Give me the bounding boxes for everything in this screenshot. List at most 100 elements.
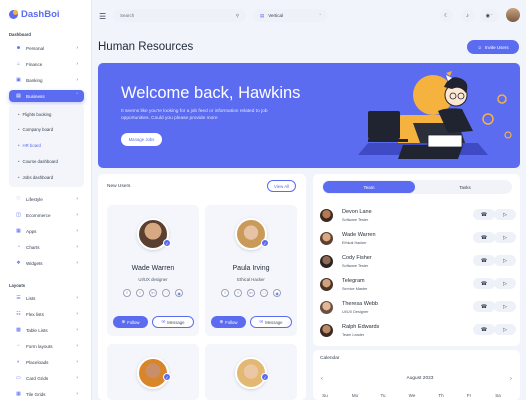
submenu-flights-booking[interactable]: Flights booking — [18, 112, 52, 117]
globe-icon[interactable]: ◉ — [175, 289, 183, 297]
phone-icon[interactable]: ☎ — [473, 255, 495, 266]
video-icon[interactable]: ▷ — [494, 232, 516, 243]
video-icon[interactable]: ▷ — [494, 255, 516, 266]
sidebar-item-widgets[interactable]: ❖ Widgets › — [9, 257, 84, 269]
invite-users-button[interactable]: ☺ Invite Users — [467, 40, 519, 54]
member-role: UI/UX Designer — [342, 310, 369, 314]
chevron-left-icon[interactable]: ‹ — [321, 376, 323, 382]
user-plus-icon: ☺ — [477, 44, 482, 50]
follow-button[interactable]: ⊕ Follow — [211, 316, 246, 328]
list-item: Theresa Webb UI/UX Designer ☎ ▷ — [320, 298, 516, 320]
manage-jobs-button[interactable]: Manage Jobs — [121, 133, 162, 146]
avatar[interactable] — [320, 232, 333, 245]
tab-team[interactable]: Team — [323, 181, 415, 193]
flex-icon: ☷ — [16, 311, 21, 317]
avatar[interactable] — [320, 255, 333, 268]
sidebar-item-label: Card Grids — [26, 375, 49, 381]
layout-select[interactable]: ▤ Vertical ˇ — [254, 9, 327, 22]
table-icon: ▩ — [16, 327, 21, 333]
chevron-down-icon: ˇ — [319, 13, 322, 18]
linkedin-icon[interactable]: in — [247, 289, 255, 297]
notification-bell-icon[interactable]: ♪ — [461, 9, 474, 22]
sidebar-item-flex-lists[interactable]: ☷ Flex lists › — [9, 308, 84, 320]
sidebar-item-apps[interactable]: ▦ Apps › — [9, 225, 84, 237]
user-card: ✓ Paula Irving Ethical Hacker f t in □ ◉… — [205, 205, 297, 336]
video-icon[interactable]: ▷ — [494, 324, 516, 335]
verified-icon: ✓ — [261, 239, 269, 247]
sidebar-item-tile-grids[interactable]: ▦ Tile Grids › — [9, 388, 84, 400]
sidebar-item-placeloads[interactable]: ◐ Placeloads › — [9, 356, 84, 368]
sidebar-item-ecommerce[interactable]: ◫ Ecommerce › — [9, 209, 84, 221]
list-item: Cody Fisher Software Tester ☎ ▷ — [320, 252, 516, 274]
phone-icon[interactable]: ☎ — [473, 278, 495, 289]
avatar[interactable] — [320, 301, 333, 314]
message-button[interactable]: ✉ Message — [152, 316, 194, 328]
phone-icon[interactable]: ☎ — [473, 209, 495, 220]
dark-mode-icon[interactable]: ☾ — [440, 9, 453, 22]
sidebar-item-charts[interactable]: ◔ Charts › — [9, 241, 84, 253]
sidebar-item-lists[interactable]: ☰ Lists › — [9, 292, 84, 304]
app-logo[interactable]: DashBoi — [9, 9, 60, 20]
member-role: Team Leader — [342, 333, 365, 337]
chevron-right-icon[interactable]: › — [510, 376, 512, 382]
twitter-icon[interactable]: t — [136, 289, 144, 297]
submenu-hr-board[interactable]: HR board — [18, 143, 41, 148]
avatar[interactable] — [506, 8, 520, 22]
sidebar-item-finance[interactable]: ⌂ Finance › — [9, 58, 84, 70]
logo-icon — [9, 10, 18, 19]
sidebar-item-lifestyle[interactable]: ♡ Lifestyle › — [9, 193, 84, 205]
avatar[interactable] — [320, 278, 333, 291]
avatar[interactable] — [320, 209, 333, 222]
grid-icon: ▦ — [16, 228, 21, 234]
chevron-up-icon: ˆ — [76, 93, 78, 99]
language-select[interactable]: ◉ ˇ — [480, 9, 498, 22]
message-button[interactable]: ✉ Message — [250, 316, 292, 328]
tab-tasks[interactable]: Tasks — [419, 181, 511, 193]
sidebar-item-form-layouts[interactable]: ▫ Form layouts › — [9, 340, 84, 352]
submenu-company-board[interactable]: Company board — [18, 127, 54, 132]
view-all-button[interactable]: View All — [267, 180, 296, 192]
chevron-right-icon: › — [76, 196, 78, 202]
twitter-icon[interactable]: t — [234, 289, 242, 297]
globe-icon[interactable]: ◉ — [273, 289, 281, 297]
weekday-label: Sa — [495, 393, 501, 398]
follow-label: Follow — [127, 319, 140, 325]
phone-icon[interactable]: ☎ — [473, 324, 495, 335]
sidebar-item-label: Tile Grids — [26, 391, 46, 397]
user-role: Ethical Hacker — [237, 277, 265, 282]
business-submenu: Flights booking Company board HR board C… — [9, 105, 84, 187]
phone-icon[interactable]: ☎ — [473, 301, 495, 312]
instagram-icon[interactable]: □ — [162, 289, 170, 297]
chevron-right-icon: › — [76, 260, 78, 266]
facebook-icon[interactable]: f — [123, 289, 131, 297]
phone-icon[interactable]: ☎ — [473, 232, 495, 243]
search-icon: ⚲ — [235, 12, 239, 18]
search-input[interactable]: Search ⚲ — [113, 9, 246, 22]
sidebar-item-personal[interactable]: ☻ Personal › — [9, 42, 84, 54]
video-icon[interactable]: ▷ — [494, 301, 516, 312]
video-icon[interactable]: ▷ — [494, 278, 516, 289]
sidebar-item-business[interactable]: ▤ Business ˆ — [9, 90, 84, 102]
plus-icon: ⊕ — [219, 319, 224, 324]
list-item: Telegram Service Master ☎ ▷ — [320, 275, 516, 297]
follow-button[interactable]: ⊕ Follow — [113, 316, 148, 328]
instagram-icon[interactable]: □ — [260, 289, 268, 297]
avatar[interactable] — [320, 324, 333, 337]
banner-title: Welcome back, Hawkins — [121, 84, 301, 102]
section-layouts-label: Layouts — [9, 283, 26, 288]
submenu-jobs-dashboard[interactable]: Jobs dashboard — [18, 175, 54, 180]
user-card: ✓ — [205, 344, 297, 400]
menu-toggle-icon[interactable]: ☰ — [99, 12, 106, 21]
sidebar-item-table-lists[interactable]: ▩ Table Lists › — [9, 324, 84, 336]
sidebar-item-banking[interactable]: ▣ Banking › — [9, 74, 84, 86]
message-label: Message — [167, 319, 185, 325]
heart-icon: ♡ — [16, 196, 21, 202]
facebook-icon[interactable]: f — [221, 289, 229, 297]
submenu-course-dashboard[interactable]: Course dashboard — [18, 159, 58, 164]
sidebar-item-label: Business — [26, 93, 45, 99]
video-icon[interactable]: ▷ — [494, 209, 516, 220]
member-name: Theresa Webb — [342, 301, 378, 307]
sidebar-item-card-grids[interactable]: ▭ Card Grids › — [9, 372, 84, 384]
banner-text: It seems like you're looking for a job f… — [121, 109, 268, 121]
linkedin-icon[interactable]: in — [149, 289, 157, 297]
